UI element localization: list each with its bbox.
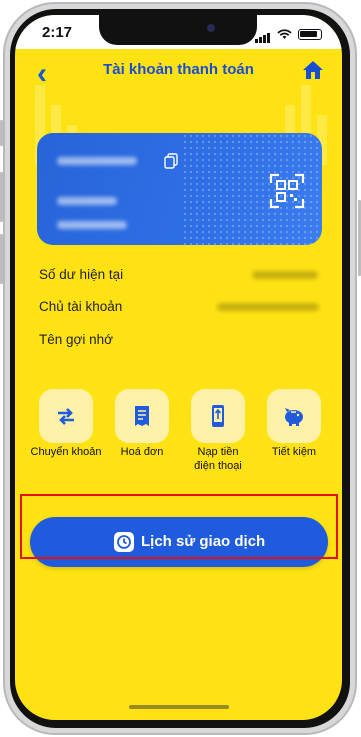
camera-icon [207,24,215,32]
balance-label: Số dư hiện tại [39,267,124,282]
transfer-label[interactable]: Chuyển khoản [27,445,105,459]
status-time: 2:17 [42,24,73,41]
phone-topup-label-line1: Nạp tiền [197,446,239,458]
card-line-redacted [57,221,127,229]
copy-icon[interactable] [164,153,178,169]
phone-topup-label-line2: điện thoại [194,460,242,472]
account-owner-label: Chủ tài khoản [39,299,123,314]
bill-label[interactable]: Hoá đơn [103,445,181,459]
qr-code-icon[interactable] [269,173,305,209]
nickname-label: Tên gợi nhớ [39,332,113,347]
savings-label[interactable]: Tiết kiệm [255,445,333,459]
bill-icon [135,406,149,426]
highlight-box [20,494,338,559]
bill-button[interactable] [115,389,169,443]
phone-topup-icon [212,405,224,427]
account-number-redacted [57,157,137,165]
savings-button[interactable] [267,389,321,443]
card-line-redacted [57,197,117,205]
account-card[interactable] [37,133,322,245]
balance-value-redacted [252,271,318,279]
page-title: Tài khoản thanh toán [103,61,254,78]
screen: 2:17 ‹ Tài khoản thanh toán Số dư hiện t… [15,15,342,720]
battery-icon [298,28,322,40]
status-bar: 2:17 [15,15,342,49]
signal-icon [255,25,271,43]
transfer-icon [58,408,74,425]
piggy-bank-icon [285,408,303,426]
wifi-icon [277,28,292,39]
home-icon[interactable] [302,59,324,81]
transfer-button[interactable] [39,389,93,443]
phone-topup-label[interactable]: Nạp tiền điện thoại [179,445,257,473]
status-icons [255,25,322,43]
account-owner-value-redacted [217,303,319,311]
phone-topup-button[interactable] [191,389,245,443]
home-indicator[interactable] [129,705,229,709]
notch [99,15,257,45]
